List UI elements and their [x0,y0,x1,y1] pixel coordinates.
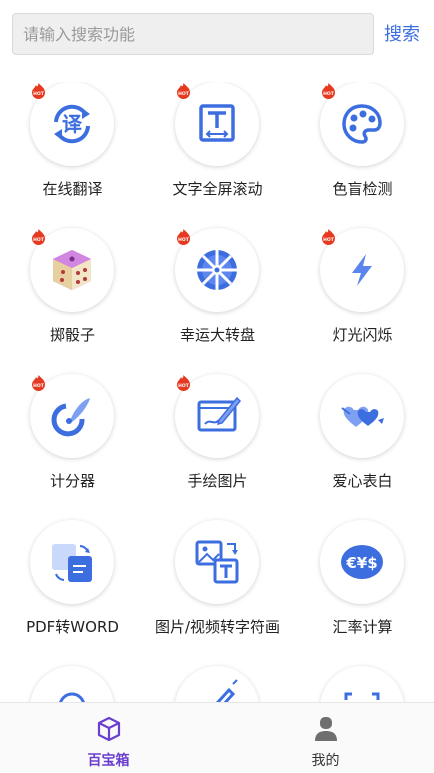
tool-icon-circle [30,666,114,702]
tool-icon-circle: HOT [175,374,259,458]
tool-icon-circle: HOT [320,228,404,312]
image-to-text-icon [195,540,239,584]
tool-text-scroll[interactable]: HOT 文字全屏滚动 [145,82,290,222]
tool-icon-circle [320,374,404,458]
svg-text:HOT: HOT [178,91,190,97]
hot-badge-icon: HOT [322,229,335,245]
tool-color-blind-test[interactable]: HOT 色盲检测 [290,82,434,222]
tool-label: 图片/视频转字符画 [154,618,281,636]
hot-badge-icon: HOT [177,375,190,391]
tool-label: PDF转WORD [26,618,119,636]
svg-text:HOT: HOT [178,383,190,389]
tool-label: 在线翻译 [42,180,103,198]
tool-icon-circle: HOT [175,82,259,166]
tool-label: 计分器 [49,472,95,490]
user-icon [315,717,337,741]
tool-label: 掷骰子 [49,326,95,344]
svg-text:HOT: HOT [33,91,45,97]
tool-partial[interactable] [290,666,434,702]
tool-grid: 译 HOT 在线翻译 HOT 文字全屏滚动 HOT 色盲检测 HOT 掷骰子 H… [0,82,434,702]
tool-translate[interactable]: 译 HOT 在线翻译 [0,82,145,222]
svg-text:HOT: HOT [33,383,45,389]
tool-partial[interactable] [145,666,290,702]
circle-icon [59,692,85,702]
tool-icon-circle [175,666,259,702]
tool-scorer[interactable]: HOT 计分器 [0,374,145,514]
tool-label: 幸运大转盘 [179,326,255,344]
tool-label: 色盲检测 [332,180,393,198]
tool-icon-circle: HOT [320,82,404,166]
tool-partial[interactable] [0,666,145,702]
tool-love-confession[interactable]: 爱心表白 [290,374,434,514]
search-button[interactable]: 搜索 [384,20,420,46]
search-input[interactable] [13,14,373,54]
tab-toolbox[interactable]: 百宝箱 [0,703,217,773]
tool-label: 文字全屏滚动 [172,180,263,198]
svg-text:译: 译 [62,112,83,136]
hot-badge-icon: HOT [177,229,190,245]
tool-label: 手绘图片 [187,472,248,490]
tab-label: 百宝箱 [87,753,130,769]
tool-dice[interactable]: HOT 掷骰子 [0,228,145,368]
svg-text:HOT: HOT [178,237,190,243]
tool-label: 爱心表白 [332,472,393,490]
hot-badge-icon: HOT [32,83,45,99]
pen-icon [216,679,238,702]
hot-badge-icon: HOT [32,229,45,245]
tool-icon-circle [320,666,404,702]
hot-badge-icon: HOT [32,375,45,391]
hot-badge-icon: HOT [322,83,335,99]
tool-pdf-to-word[interactable]: PDF转WORD [0,520,145,660]
tool-hand-drawing[interactable]: HOT 手绘图片 [145,374,290,514]
scan-icon [344,692,380,700]
tool-exchange-rate[interactable]: €¥$ 汇率计算 [290,520,434,660]
hot-badge-icon: HOT [177,83,190,99]
tab-mine[interactable]: 我的 [217,703,434,773]
tool-icon-circle: HOT [30,228,114,312]
tool-label: 汇率计算 [332,618,393,636]
tool-light-flash[interactable]: HOT 灯光闪烁 [290,228,434,368]
svg-text:HOT: HOT [33,237,45,243]
bottom-tab-bar: 百宝箱 我的 [0,702,434,772]
svg-text:HOT: HOT [323,91,335,97]
search-bar[interactable] [12,13,374,55]
svg-text:HOT: HOT [323,237,335,243]
tool-icon-circle [30,520,114,604]
tool-label: 灯光闪烁 [332,326,393,344]
tool-icon-circle: HOT [175,228,259,312]
currency-icon: €¥$ [341,545,383,579]
tool-lucky-wheel[interactable]: HOT 幸运大转盘 [145,228,290,368]
tab-label: 我的 [311,753,340,769]
tool-icon-circle: 译 HOT [30,82,114,166]
pdf-convert-icon [52,544,92,582]
hearts-icon [341,406,384,427]
box-icon [97,716,121,742]
tool-image-to-ascii[interactable]: 图片/视频转字符画 [145,520,290,660]
svg-text:€¥$: €¥$ [345,554,377,572]
tool-icon-circle: HOT [30,374,114,458]
tool-icon-circle: €¥$ [320,520,404,604]
tool-icon-circle [175,520,259,604]
